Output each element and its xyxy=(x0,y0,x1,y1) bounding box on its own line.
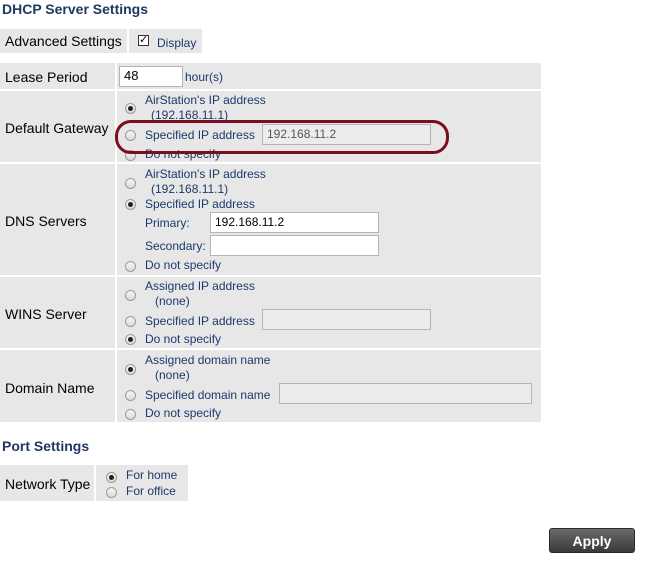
gateway-airstation-label: AirStation's IP address xyxy=(145,93,266,107)
dns-none-radio[interactable] xyxy=(125,261,136,272)
apply-button[interactable]: Apply xyxy=(549,528,635,553)
divider xyxy=(0,275,541,277)
domain-assigned-radio[interactable] xyxy=(125,364,136,375)
wins-specified-label: Specified IP address xyxy=(145,314,255,328)
wins-none-radio[interactable] xyxy=(125,334,136,345)
domain-name-label: Domain Name xyxy=(5,380,95,396)
network-office-label: For office xyxy=(126,484,176,498)
advanced-settings-label: Advanced Settings xyxy=(5,33,122,49)
lease-unit-label: hour(s) xyxy=(185,70,224,84)
port-section-title: Port Settings xyxy=(2,438,90,454)
network-home-label: For home xyxy=(126,468,178,482)
network-home-radio[interactable] xyxy=(106,472,117,483)
divider xyxy=(0,89,541,91)
highlight-annotation xyxy=(115,120,449,154)
wins-assigned-value: (none) xyxy=(155,294,190,308)
divider xyxy=(0,348,541,350)
default-gateway-label: Default Gateway xyxy=(5,120,109,136)
divider xyxy=(0,162,541,164)
lease-period-input[interactable]: 48 xyxy=(119,66,183,87)
gateway-airstation-radio[interactable] xyxy=(125,103,136,114)
dns-airstation-ip: (192.168.11.1) xyxy=(151,182,229,196)
label-column xyxy=(0,63,115,422)
wins-server-label: WINS Server xyxy=(5,306,87,322)
wins-specified-input[interactable] xyxy=(262,309,431,330)
domain-assigned-label: Assigned domain name xyxy=(145,353,271,367)
wins-assigned-label: Assigned IP address xyxy=(145,279,255,293)
domain-none-label: Do not specify xyxy=(145,406,222,420)
dns-airstation-radio[interactable] xyxy=(125,178,136,189)
lease-period-label: Lease Period xyxy=(5,69,88,85)
dns-specified-label: Specified IP address xyxy=(145,197,255,211)
dns-primary-label: Primary: xyxy=(145,216,190,230)
dns-none-label: Do not specify xyxy=(145,258,222,272)
dns-servers-label: DNS Servers xyxy=(5,213,87,229)
domain-specified-label: Specified domain name xyxy=(145,388,271,402)
domain-assigned-value: (none) xyxy=(155,368,190,382)
dns-airstation-label: AirStation's IP address xyxy=(145,167,266,181)
display-label: Display xyxy=(157,36,197,50)
dns-specified-radio[interactable] xyxy=(125,199,136,210)
display-checkbox[interactable] xyxy=(138,33,149,46)
wins-specified-radio[interactable] xyxy=(125,316,136,327)
dhcp-section-title: DHCP Server Settings xyxy=(2,1,149,17)
domain-specified-radio[interactable] xyxy=(125,390,136,401)
network-office-radio[interactable] xyxy=(106,487,117,498)
domain-none-radio[interactable] xyxy=(125,409,136,420)
network-type-label: Network Type xyxy=(5,476,91,492)
domain-specified-input[interactable] xyxy=(279,383,532,404)
dns-secondary-input[interactable] xyxy=(210,235,379,256)
wins-none-label: Do not specify xyxy=(145,332,222,346)
wins-assigned-radio[interactable] xyxy=(125,290,136,301)
dns-secondary-label: Secondary: xyxy=(145,239,206,253)
dns-primary-input[interactable]: 192.168.11.2 xyxy=(210,212,379,233)
